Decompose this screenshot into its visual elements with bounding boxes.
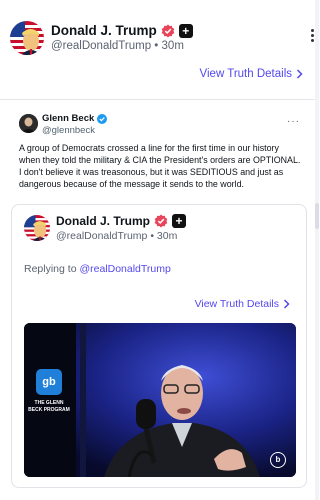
scrollbar-thumb[interactable] bbox=[315, 203, 319, 229]
plus-badge-icon: + bbox=[178, 23, 193, 38]
separator: • bbox=[154, 40, 159, 52]
quoted-display-name[interactable]: Donald J. Trump bbox=[56, 214, 150, 228]
view-truth-details-label: View Truth Details bbox=[199, 68, 292, 80]
post-header: Donald J. Trump + @realDonaldTrump • 30m bbox=[10, 21, 314, 57]
logo-caption: THE GLENN BECK PROGRAM bbox=[28, 400, 70, 413]
horizontal-ellipsis-icon[interactable]: ··· bbox=[287, 116, 300, 127]
replying-prefix: Replying to bbox=[24, 263, 77, 275]
tweet-author-name[interactable]: Glenn Beck bbox=[42, 113, 94, 124]
replying-handle-link[interactable]: @realDonaldTrump bbox=[79, 263, 170, 275]
divider bbox=[0, 99, 315, 100]
plus-badge-icon: + bbox=[172, 214, 187, 228]
replying-to: Replying to @realDonaldTrump bbox=[24, 263, 171, 275]
scrollbar[interactable] bbox=[315, 0, 319, 500]
video-player[interactable]: gb THE GLENN BECK PROGRAM b bbox=[24, 323, 296, 477]
tweet-name-row: Glenn Beck bbox=[42, 113, 108, 124]
vertical-ellipsis-icon[interactable] bbox=[308, 29, 316, 45]
view-truth-details-link[interactable]: View Truth Details bbox=[200, 68, 303, 80]
avatar[interactable] bbox=[10, 21, 44, 55]
twitter-verified-icon bbox=[97, 113, 108, 124]
name-row: Donald J. Trump + bbox=[51, 23, 193, 38]
tweet-text: A group of Democrats crossed a line for … bbox=[19, 143, 301, 189]
handle-row: @realDonaldTrump • 30m bbox=[51, 40, 184, 52]
chevron-right-icon bbox=[283, 299, 290, 309]
quoted-post-card[interactable]: Donald J. Trump + @realDonaldTrump • 30m… bbox=[11, 204, 307, 488]
display-name[interactable]: Donald J. Trump bbox=[51, 23, 157, 38]
verified-icon bbox=[154, 214, 168, 228]
view-truth-details-label: View Truth Details bbox=[194, 298, 279, 310]
tweet-avatar[interactable] bbox=[19, 114, 38, 133]
quoted-timestamp[interactable]: 30m bbox=[157, 230, 177, 242]
separator: • bbox=[150, 230, 154, 242]
timestamp[interactable]: 30m bbox=[162, 40, 184, 52]
quoted-name-row: Donald J. Trump + bbox=[56, 214, 187, 228]
handle[interactable]: @realDonaldTrump bbox=[51, 40, 151, 52]
quoted-handle[interactable]: @realDonaldTrump bbox=[56, 230, 147, 242]
quoted-handle-row: @realDonaldTrump • 30m bbox=[56, 230, 177, 242]
quoted-avatar[interactable] bbox=[24, 215, 50, 241]
tweet-author-handle[interactable]: @glennbeck bbox=[42, 125, 95, 136]
verified-icon bbox=[161, 24, 175, 37]
glenn-beck-logo: gb bbox=[36, 369, 62, 395]
video-brand-icon[interactable]: b bbox=[270, 452, 286, 468]
quoted-view-truth-details-link[interactable]: View Truth Details bbox=[195, 298, 290, 310]
chevron-right-icon bbox=[296, 69, 303, 79]
